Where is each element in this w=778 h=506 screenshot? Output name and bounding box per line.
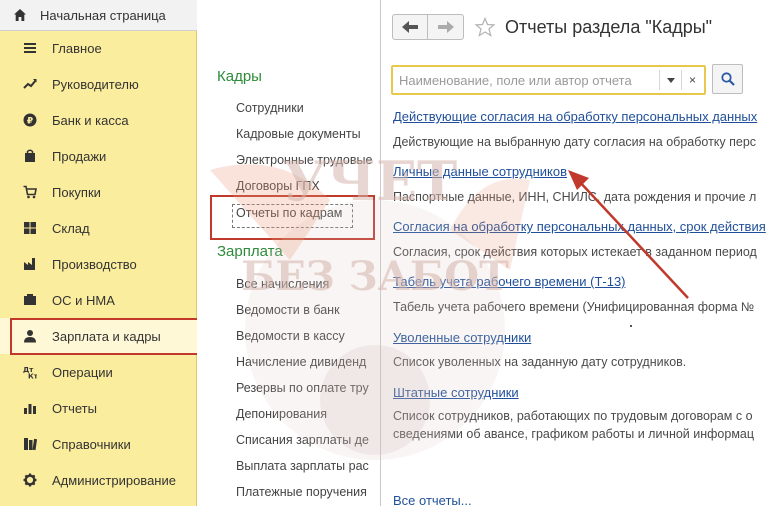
section-navigation-panel: Кадры Сотрудники Кадровые документы Элек…	[197, 0, 381, 506]
report-description: Согласия, срок действия которых истекает…	[393, 245, 757, 259]
sidebar-item-operations[interactable]: Дт Кт Операции	[0, 354, 197, 390]
nav-link-deposits[interactable]: Депонирования	[236, 407, 327, 421]
shopping-bag-icon	[25, 149, 35, 162]
report-link-staff-employees[interactable]: Штатные сотрудники	[393, 385, 519, 400]
report-description: Действующие на выбранную дату согласия н…	[393, 135, 757, 149]
cart-icon	[23, 185, 37, 199]
search-button[interactable]	[712, 64, 743, 94]
report-bars-icon	[24, 404, 36, 414]
sidebar-item-label: Покупки	[52, 184, 101, 200]
sidebar-item-label: Банк и касса	[52, 112, 129, 128]
report-link-dismissed-employees[interactable]: Уволенные сотрудники	[393, 330, 531, 345]
assets-icon	[24, 294, 36, 305]
sidebar-item-sales[interactable]: Продажи	[0, 138, 197, 174]
all-reports-link[interactable]: Все отчеты...	[393, 493, 472, 506]
section-title-salary: Зарплата	[217, 243, 283, 260]
sidebar-item-label: ОС и НМА	[52, 292, 115, 308]
report-description: Список уволенных на заданную дату сотруд…	[393, 355, 687, 369]
nav-link-salary-writeoffs[interactable]: Списания зарплаты де	[236, 433, 369, 447]
nav-link-dividends[interactable]: Начисление дивиденд	[236, 355, 366, 369]
sidebar-item-label: Главное	[52, 40, 102, 56]
report-link-employee-personal-data[interactable]: Личные данные сотрудников	[393, 164, 567, 179]
gear-icon	[23, 473, 37, 487]
sidebar-item-production[interactable]: Производство	[0, 246, 197, 282]
forward-button[interactable]	[428, 14, 464, 40]
sidebar-item-reports[interactable]: Отчеты	[0, 390, 197, 426]
active-section-highlight	[10, 318, 200, 355]
factory-icon	[24, 258, 35, 270]
home-page-label: Начальная страница	[40, 7, 166, 23]
nav-link-hr-documents[interactable]: Кадровые документы	[236, 127, 361, 141]
section-title-hr: Кадры	[217, 68, 262, 85]
nav-link-bank-statements[interactable]: Ведомости в банк	[236, 303, 340, 317]
sidebar-item-administration[interactable]: Администрирование	[0, 462, 197, 498]
home-icon	[14, 9, 26, 21]
sidebar-item-manager[interactable]: Руководителю	[0, 66, 197, 102]
search-field: ×	[391, 65, 706, 95]
search-input[interactable]	[397, 70, 652, 90]
nav-link-all-accruals[interactable]: Все начисления	[236, 277, 329, 291]
menu-lines-icon	[24, 43, 36, 53]
report-description: Табель учета рабочего времени (Унифициро…	[393, 300, 755, 314]
trend-up-icon	[23, 79, 37, 89]
page-title: Отчеты раздела "Кадры"	[505, 17, 713, 37]
svg-text:Кт: Кт	[28, 373, 37, 380]
books-icon	[24, 438, 37, 451]
report-description: Список сотрудников, работающих по трудов…	[393, 409, 753, 423]
nav-link-vacation-reserves[interactable]: Резервы по оплате тру	[236, 381, 369, 395]
sidebar-item-assets[interactable]: ОС и НМА	[0, 282, 197, 318]
sidebar-item-label: Отчеты	[52, 400, 97, 416]
search-dropdown-button[interactable]	[659, 70, 681, 90]
sidebar-item-purchases[interactable]: Покупки	[0, 174, 197, 210]
ruble-coin-icon: ₽	[23, 113, 37, 127]
arrow-left-icon	[402, 21, 418, 33]
svg-text:₽: ₽	[27, 117, 33, 127]
sidebar-item-label: Операции	[52, 364, 113, 380]
report-link-expiring-consents[interactable]: Согласия на обработку персональных данны…	[393, 219, 766, 234]
sidebar-item-main[interactable]: Главное	[0, 30, 197, 66]
sidebar-item-bank[interactable]: ₽ Банк и касса	[0, 102, 197, 138]
sidebar-item-label: Продажи	[52, 148, 107, 164]
report-description-continued: сведениями об авансе, графиком работы и …	[393, 427, 755, 441]
nav-link-employees[interactable]: Сотрудники	[236, 101, 304, 115]
hr-reports-highlight	[210, 195, 375, 240]
back-button[interactable]	[392, 14, 428, 40]
magnifier-icon	[720, 72, 735, 86]
search-clear-button[interactable]: ×	[681, 70, 703, 90]
sidebar-item-label: Производство	[52, 256, 137, 272]
chevron-down-icon	[666, 77, 675, 83]
cursor-dot	[630, 325, 632, 327]
sidebar-item-label: Справочники	[52, 436, 131, 452]
arrow-right-icon	[437, 21, 454, 33]
nav-link-electronic-workbooks[interactable]: Электронные трудовые	[236, 153, 372, 167]
sidebar-item-label: Руководителю	[52, 76, 139, 92]
sections-sidebar: Начальная страница Главное Руководителю …	[0, 0, 200, 506]
sidebar-item-warehouse[interactable]: Склад	[0, 210, 197, 246]
report-description: Паспортные данные, ИНН, СНИЛС, дата рожд…	[393, 190, 757, 204]
report-link-active-consents[interactable]: Действующие согласия на обработку персон…	[393, 109, 757, 124]
nav-link-cash-statements[interactable]: Ведомости в кассу	[236, 329, 345, 343]
report-link-timesheet-t13[interactable]: Табель учета рабочего времени (Т-13)	[393, 274, 626, 289]
sidebar-item-label: Склад	[52, 220, 90, 236]
reports-panel: Отчеты раздела "Кадры" × Действующие сог…	[381, 0, 778, 506]
operations-icon: ДтКт	[23, 366, 37, 380]
sidebar-item-directories[interactable]: Справочники	[0, 426, 197, 462]
nav-link-salary-payout[interactable]: Выплата зарплаты рас	[236, 459, 369, 473]
nav-link-payment-orders[interactable]: Платежные поручения	[236, 485, 367, 499]
home-page-item[interactable]: Начальная страница	[0, 0, 197, 31]
warehouse-icon	[24, 222, 36, 234]
sidebar-item-label: Администрирование	[52, 472, 176, 488]
favorite-star-icon[interactable]	[475, 17, 495, 37]
nav-link-gph-contracts[interactable]: Договоры ГПХ	[236, 179, 320, 193]
